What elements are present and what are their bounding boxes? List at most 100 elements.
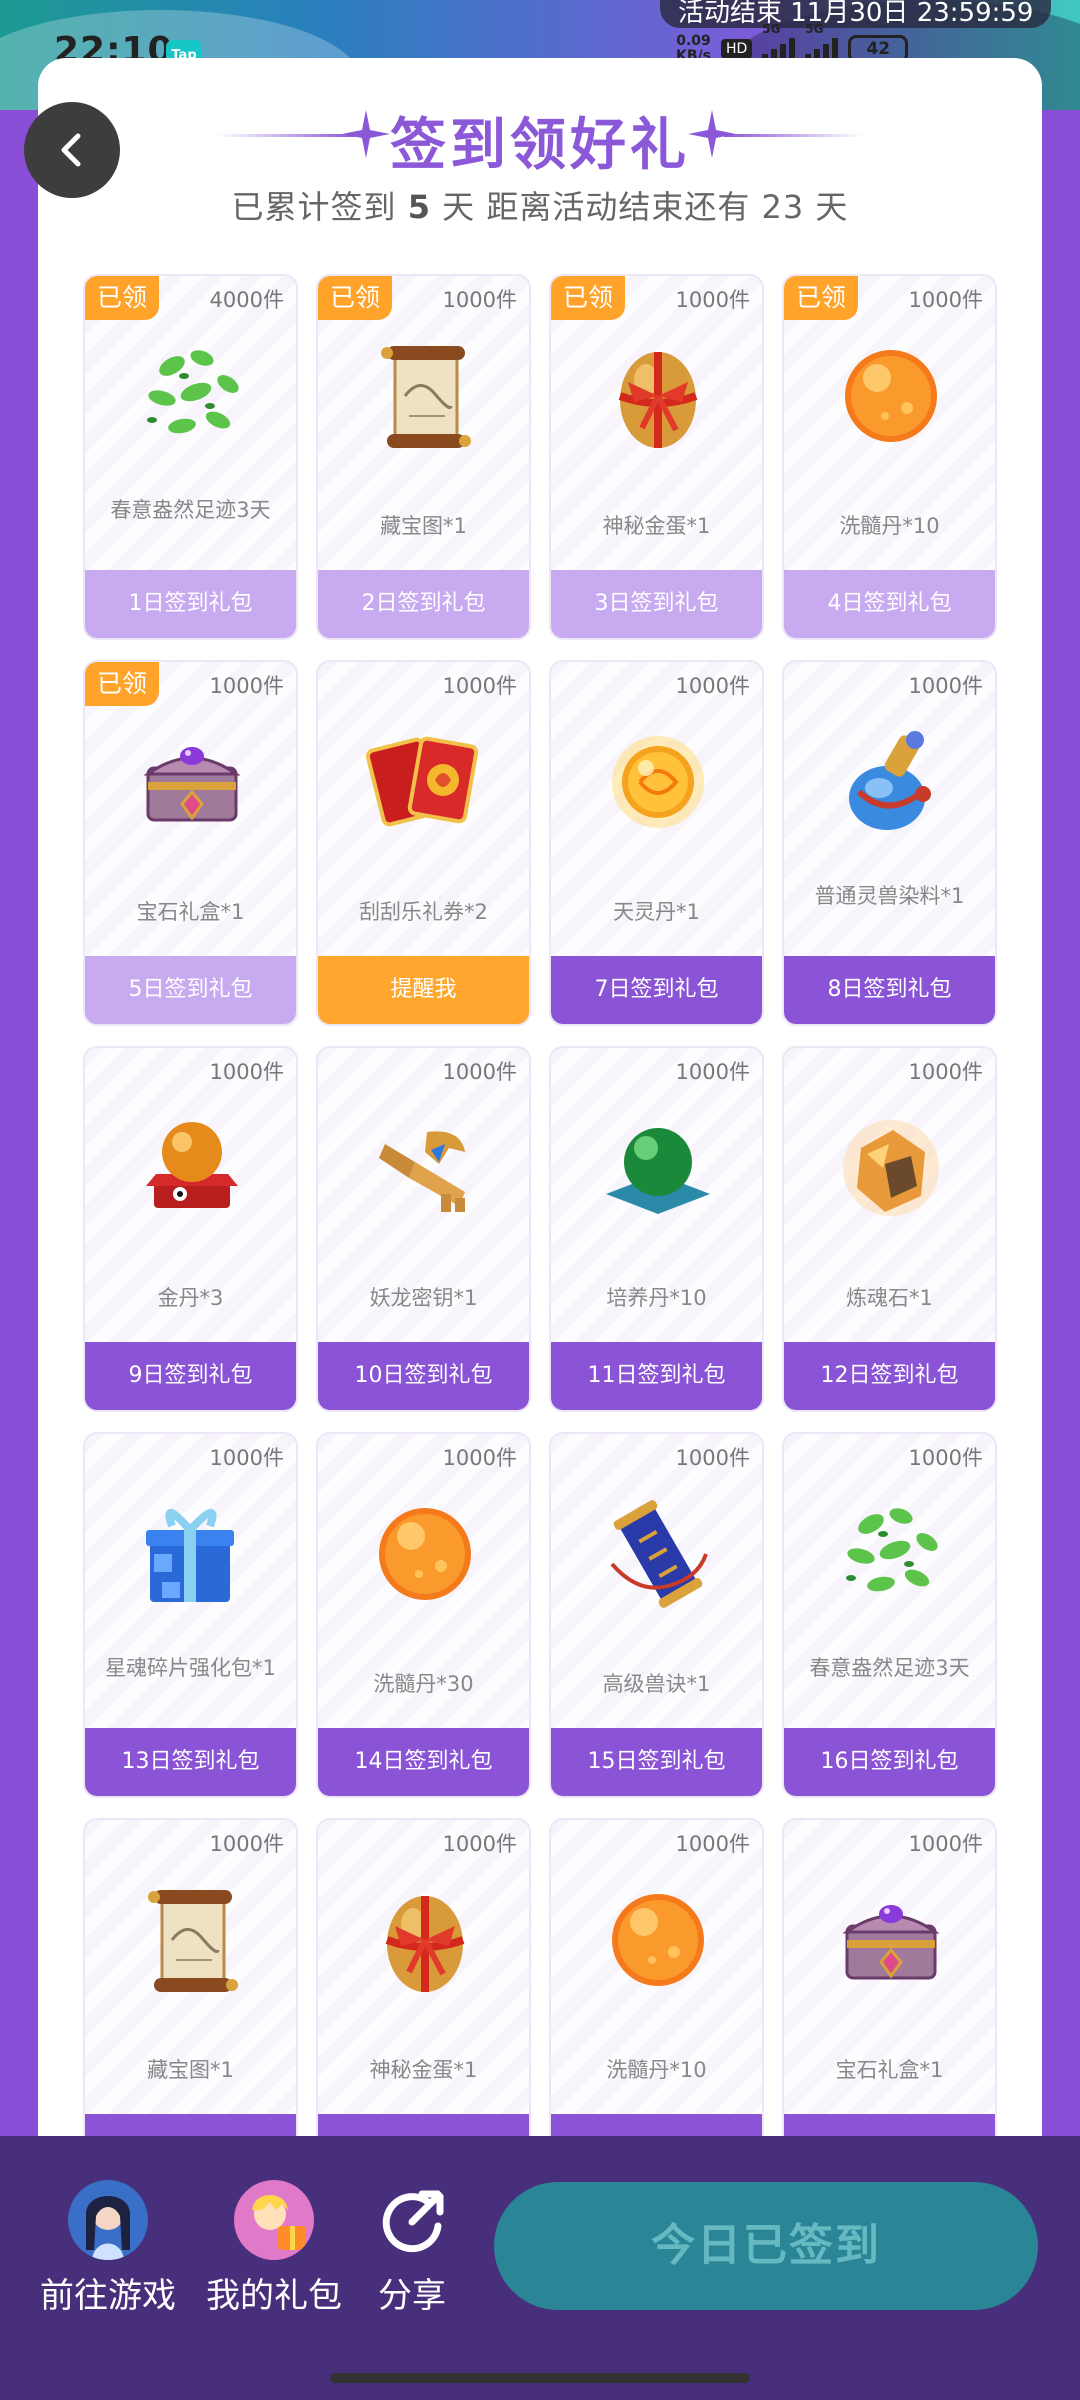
- ore-icon: [831, 1108, 951, 1228]
- share-button[interactable]: 分享: [372, 2180, 452, 2317]
- daily-gift-button[interactable]: 4日签到礼包: [784, 570, 995, 638]
- reward-card: 1000件 星魂碎片强化包*1 13日签到礼包: [83, 1432, 298, 1798]
- signed-days: 5: [407, 188, 431, 226]
- page-title-wrap: 签到领好礼: [0, 100, 1080, 181]
- gem-chest-icon: [132, 722, 252, 842]
- stock-count: 1000件: [442, 674, 517, 698]
- stock-count: 1000件: [675, 1446, 750, 1470]
- daily-gift-button[interactable]: 14日签到礼包: [318, 1728, 529, 1796]
- reward-name: 洗髓丹*10: [839, 514, 940, 538]
- orange-orb-icon: [365, 1494, 485, 1614]
- daily-gift-button[interactable]: 5日签到礼包: [85, 956, 296, 1024]
- go-to-game-button[interactable]: 前往游戏: [40, 2180, 176, 2317]
- stock-count: 1000件: [442, 1060, 517, 1084]
- reward-name: 藏宝图*1: [147, 2058, 234, 2082]
- share-icon: [372, 2180, 452, 2260]
- stock-count: 1000件: [442, 1832, 517, 1856]
- stock-count: 1000件: [675, 1832, 750, 1856]
- stock-count: 1000件: [908, 1832, 983, 1856]
- signed-today-button[interactable]: 今日已签到: [494, 2182, 1038, 2310]
- scroll-icon: [132, 1880, 252, 2000]
- daily-gift-button[interactable]: 9日签到礼包: [85, 1342, 296, 1410]
- reward-name: 炼魂石*1: [846, 1286, 933, 1310]
- reward-name: 天灵丹*1: [613, 900, 700, 924]
- back-button[interactable]: [24, 102, 120, 198]
- daily-gift-button[interactable]: 10日签到礼包: [318, 1342, 529, 1410]
- blue-gift-icon: [132, 1494, 252, 1614]
- reward-card: 已领 4000件春意盎然足迹3天 1日签到礼包: [83, 274, 298, 640]
- daily-gift-button[interactable]: 2日签到礼包: [318, 570, 529, 638]
- chevron-left-icon: [61, 133, 81, 167]
- my-gifts-button[interactable]: 我的礼包: [206, 2180, 342, 2317]
- golden-egg-icon: [365, 1880, 485, 2000]
- gold-orb-stand-icon: [132, 1108, 252, 1228]
- daily-gift-button[interactable]: 13日签到礼包: [85, 1728, 296, 1796]
- scroll-icon: [365, 336, 485, 456]
- reward-card: 1000件普通灵兽染料*1 8日签到礼包: [782, 660, 997, 1026]
- reward-name: 神秘金蛋*1: [602, 514, 711, 538]
- reward-card: 1000件 神秘金蛋*1: [316, 1818, 531, 2184]
- beast-scroll-icon: [598, 1494, 718, 1614]
- stock-count: 1000件: [675, 1060, 750, 1084]
- reward-name: 洗髓丹*30: [373, 1672, 474, 1696]
- reward-card: 1000件藏宝图*1: [83, 1818, 298, 2184]
- daily-gift-button[interactable]: 11日签到礼包: [551, 1342, 762, 1410]
- golden-pill-icon: [598, 722, 718, 842]
- reward-card: 1000件培养丹*10 11日签到礼包: [549, 1046, 764, 1412]
- stock-count: 4000件: [209, 288, 284, 312]
- reward-name: 星魂碎片强化包*1: [105, 1656, 276, 1680]
- reward-card: 1000件洗髓丹*10: [549, 1818, 764, 2184]
- reward-card: 1000件炼魂石*1 12日签到礼包: [782, 1046, 997, 1412]
- reward-card: 1000件 春意盎然足迹3天 16日签到礼包: [782, 1432, 997, 1798]
- green-orb-icon: [598, 1108, 718, 1228]
- reward-grid: 已领 4000件 春意盎然足迹3天 1日签到礼包 已领 1000件 藏宝图*1 2日签到礼包已…: [83, 274, 1001, 2184]
- stock-count: 1000件: [209, 674, 284, 698]
- reward-name: 普通灵兽染料*1: [814, 884, 965, 908]
- claimed-badge: 已领: [85, 276, 159, 320]
- remaining-days: 23: [761, 188, 805, 226]
- daily-gift-button[interactable]: 3日签到礼包: [551, 570, 762, 638]
- daily-gift-button[interactable]: 7日签到礼包: [551, 956, 762, 1024]
- reward-name: 宝石礼盒*1: [835, 2058, 944, 2082]
- orange-orb-icon: [598, 1880, 718, 2000]
- reward-name: 春意盎然足迹3天: [110, 498, 271, 522]
- reward-name: 金丹*3: [157, 1286, 224, 1310]
- reward-card: 1000件 高级兽诀*1 15日签到礼包: [549, 1432, 764, 1798]
- reward-card: 已领 1000件 藏宝图*1 2日签到礼包: [316, 274, 531, 640]
- stock-count: 1000件: [908, 674, 983, 698]
- reward-card: 1000件 妖龙密钥*1 10日签到礼包: [316, 1046, 531, 1412]
- stock-count: 1000件: [908, 288, 983, 312]
- stock-count: 1000件: [675, 288, 750, 312]
- daily-gift-button[interactable]: 16日签到礼包: [784, 1728, 995, 1796]
- stock-count: 1000件: [442, 288, 517, 312]
- claimed-badge: 已领: [85, 662, 159, 706]
- claimed-badge: 已领: [784, 276, 858, 320]
- stock-count: 1000件: [908, 1060, 983, 1084]
- reward-card: 1000件 洗髓丹*30 14日签到礼包: [316, 1432, 531, 1798]
- reward-name: 洗髓丹*10: [606, 2058, 707, 2082]
- leaves-icon: [831, 1494, 951, 1614]
- game-avatar-icon: [68, 2180, 148, 2260]
- reward-name: 春意盎然足迹3天: [809, 1656, 970, 1680]
- golden-egg-icon: [598, 336, 718, 456]
- reward-card: 1000件 金丹*3 9日签到礼包: [83, 1046, 298, 1412]
- remind-me-button[interactable]: 提醒我: [318, 956, 529, 1024]
- stock-count: 1000件: [209, 1832, 284, 1856]
- reward-name: 培养丹*10: [606, 1286, 707, 1310]
- reward-card: 已领 1000件 宝石礼盒*1 5日签到礼包: [83, 660, 298, 1026]
- claimed-badge: 已领: [551, 276, 625, 320]
- home-indicator[interactable]: [330, 2373, 750, 2383]
- daily-gift-button[interactable]: 15日签到礼包: [551, 1728, 762, 1796]
- potion-icon: [831, 722, 951, 842]
- daily-gift-button[interactable]: 1日签到礼包: [85, 570, 296, 638]
- reward-name: 藏宝图*1: [380, 514, 467, 538]
- orange-orb-icon: [831, 336, 951, 456]
- reward-name: 刮刮乐礼券*2: [359, 900, 488, 924]
- daily-gift-button[interactable]: 8日签到礼包: [784, 956, 995, 1024]
- gift-avatar-icon: [234, 2180, 314, 2260]
- daily-gift-button[interactable]: 12日签到礼包: [784, 1342, 995, 1410]
- reward-card: 1000件 天灵丹*1 7日签到礼包: [549, 660, 764, 1026]
- leaves-icon: [132, 336, 252, 456]
- page-title: 签到领好礼: [390, 113, 690, 178]
- hd-icon: HD: [720, 39, 753, 59]
